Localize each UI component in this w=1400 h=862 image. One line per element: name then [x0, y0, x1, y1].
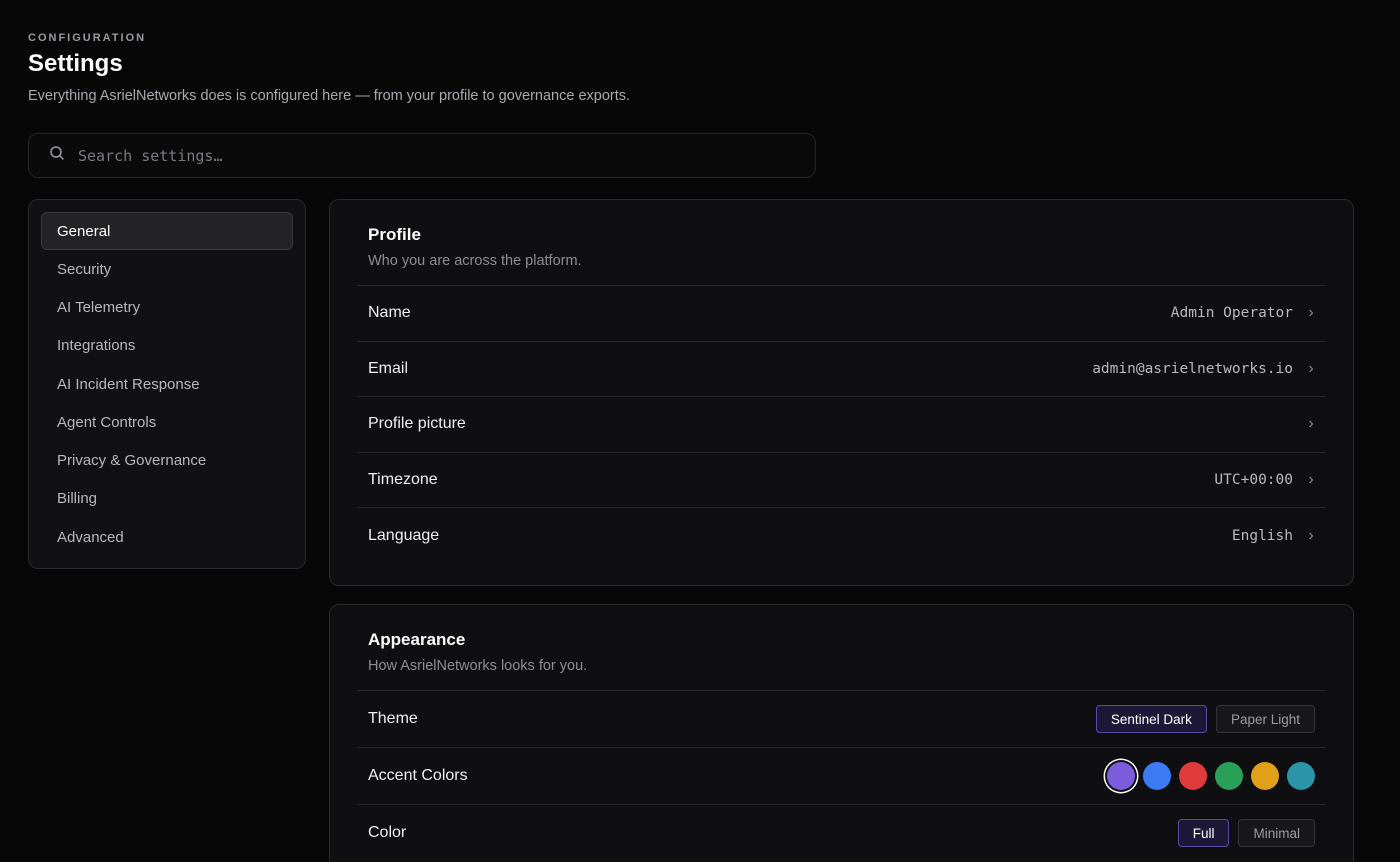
chevron-right-icon: › [1308, 471, 1314, 489]
search-input[interactable] [78, 134, 815, 177]
accent-swatch-green[interactable] [1215, 762, 1243, 790]
color-segmented-control: Full Minimal [1169, 819, 1315, 847]
row-label: Theme [368, 710, 418, 727]
accent-swatch-red[interactable] [1179, 762, 1207, 790]
row-label: Email [368, 359, 409, 377]
chevron-right-icon: › [1308, 359, 1314, 377]
sidebar-item-advanced[interactable]: Advanced [41, 518, 293, 556]
accent-swatch-blue[interactable] [1143, 762, 1171, 790]
sidebar-item-security[interactable]: Security [41, 250, 293, 288]
settings-sidebar: General Security AI Telemetry Integratio… [28, 199, 306, 569]
appearance-card-title: Appearance [368, 630, 466, 649]
accent-color-swatches [1099, 762, 1315, 790]
profile-card: Profile Who you are across the platform.… [329, 199, 1354, 586]
row-value: admin@asrielnetworks.io [1092, 360, 1293, 377]
chevron-right-icon: › [1308, 304, 1314, 322]
search-icon [49, 145, 65, 166]
row-value: Admin Operator [1170, 305, 1293, 322]
page-subtitle: Everything AsrielNetworks does is config… [28, 88, 631, 104]
page-eyebrow: CONFIGURATION [28, 32, 147, 44]
theme-option-sentinel-dark[interactable]: Sentinel Dark [1095, 705, 1207, 733]
appearance-row-color: Color Full Minimal [357, 804, 1326, 861]
accent-swatch-purple[interactable] [1107, 762, 1135, 790]
profile-card-header: Profile Who you are across the platform. [330, 200, 1353, 285]
profile-row-profile-picture[interactable]: Profile picture › [357, 396, 1326, 452]
sidebar-item-integrations[interactable]: Integrations [41, 327, 293, 365]
sidebar-item-ai-telemetry[interactable]: AI Telemetry [41, 289, 293, 327]
theme-option-paper-light[interactable]: Paper Light [1215, 705, 1315, 733]
theme-segmented-control: Sentinel Dark Paper Light [1087, 705, 1315, 733]
color-option-minimal[interactable]: Minimal [1238, 819, 1315, 847]
color-option-full[interactable]: Full [1177, 819, 1230, 847]
row-label: Name [368, 304, 411, 322]
sidebar-item-privacy-governance[interactable]: Privacy & Governance [41, 442, 293, 480]
profile-row-name[interactable]: Name Admin Operator › [357, 285, 1326, 341]
appearance-card-header: Appearance How AsrielNetworks looks for … [330, 605, 1353, 690]
row-label: Accent Colors [368, 767, 468, 784]
sidebar-item-general[interactable]: General [41, 212, 293, 250]
sidebar-item-billing[interactable]: Billing [41, 480, 293, 518]
row-label: Language [368, 526, 440, 544]
profile-card-title: Profile [368, 225, 421, 244]
search-bar[interactable] [28, 133, 816, 178]
accent-swatch-amber[interactable] [1251, 762, 1279, 790]
chevron-right-icon: › [1308, 415, 1314, 433]
profile-row-email[interactable]: Email admin@asrielnetworks.io › [357, 340, 1326, 397]
sidebar-item-ai-incident-response[interactable]: AI Incident Response [41, 365, 293, 403]
appearance-card: Appearance How AsrielNetworks looks for … [329, 604, 1354, 862]
sidebar-item-agent-controls[interactable]: Agent Controls [41, 403, 293, 441]
accent-swatch-teal[interactable] [1287, 762, 1315, 790]
row-label: Timezone [368, 471, 438, 489]
row-value: English [1231, 527, 1293, 544]
profile-card-description: Who you are across the platform. [368, 253, 582, 269]
row-label: Color [368, 824, 407, 841]
chevron-right-icon: › [1308, 526, 1314, 544]
profile-row-language[interactable]: Language English › [357, 507, 1326, 563]
settings-page: CONFIGURATION Settings Everything Asriel… [0, 0, 1400, 862]
appearance-row-theme: Theme Sentinel Dark Paper Light [357, 690, 1326, 747]
row-label: Profile picture [368, 415, 466, 433]
appearance-card-description: How AsrielNetworks looks for you. [368, 658, 588, 674]
appearance-row-accent-colors: Accent Colors [357, 747, 1326, 804]
page-title: Settings [28, 50, 123, 77]
profile-row-timezone[interactable]: Timezone UTC+00:00 › [357, 451, 1326, 508]
row-value: UTC+00:00 [1214, 472, 1293, 489]
page-header: CONFIGURATION Settings Everything Asriel… [28, 32, 630, 104]
